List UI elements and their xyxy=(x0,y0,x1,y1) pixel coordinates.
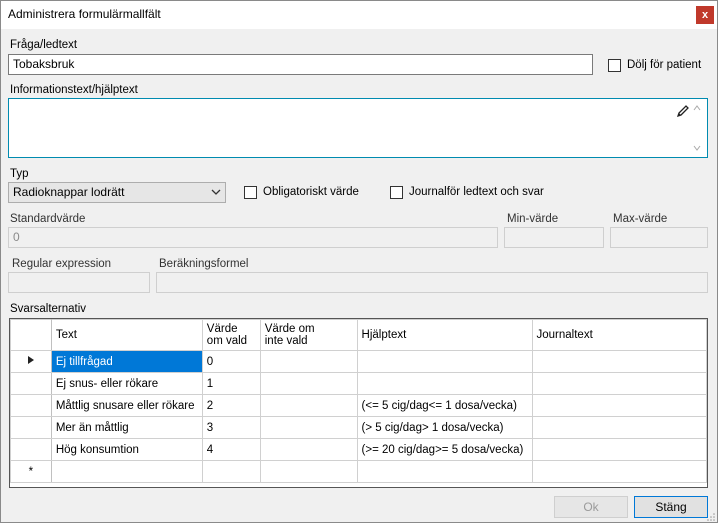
pencil-icon[interactable] xyxy=(676,104,690,118)
min-value-label: Min-värde xyxy=(507,213,559,225)
cell-value[interactable]: 2 xyxy=(201,394,261,417)
window-title: Administrera formulärmallfält xyxy=(8,7,161,21)
cell-help[interactable]: (> 5 cig/dag> 1 dosa/vecka) xyxy=(356,416,533,439)
dialog-window: Administrera formulärmallfält x Fråga/le… xyxy=(0,0,718,523)
cell-text[interactable]: Ej snus- eller rökare xyxy=(50,372,203,395)
cell-not-value[interactable] xyxy=(259,394,358,417)
resize-grip-icon[interactable] xyxy=(707,512,716,521)
col-header-text[interactable]: Text xyxy=(50,319,203,351)
cell-journal[interactable] xyxy=(531,394,707,417)
default-value-label: Standardvärde xyxy=(10,213,86,225)
cell-journal[interactable] xyxy=(531,372,707,395)
row-header[interactable] xyxy=(10,372,52,395)
cell-not-value[interactable] xyxy=(259,438,358,461)
hide-for-patient-label: Dölj för patient xyxy=(627,59,702,71)
answers-grid: Text Värde om vald Värde om inte vald Hjäl… xyxy=(9,318,708,488)
row-header[interactable] xyxy=(10,394,52,417)
col-header-help[interactable]: Hjälptext xyxy=(356,319,533,351)
ok-button[interactable]: Ok xyxy=(554,496,628,518)
cell-text[interactable] xyxy=(50,460,203,483)
col-header-not-value-line1: Värde om xyxy=(264,323,315,335)
cell-text[interactable]: Måttlig snusare eller rökare xyxy=(50,394,203,417)
cell-text[interactable]: Hög konsumtion xyxy=(50,438,203,461)
formula-input[interactable] xyxy=(156,272,708,293)
close-window-button[interactable]: x xyxy=(696,6,714,24)
scroll-down-icon[interactable] xyxy=(693,145,701,151)
cell-not-value[interactable] xyxy=(259,350,358,373)
cell-text[interactable]: Mer än måttlig xyxy=(50,416,203,439)
cell-not-value[interactable] xyxy=(259,460,358,483)
table-row[interactable]: Ej snus- eller rökare 1 xyxy=(10,372,707,395)
info-textarea[interactable] xyxy=(8,98,708,158)
default-value-input[interactable]: 0 xyxy=(8,227,498,248)
journal-text-checkbox[interactable] xyxy=(390,186,403,199)
cell-help[interactable]: (<= 5 cig/dag<= 1 dosa/vecka) xyxy=(356,394,533,417)
scroll-up-icon[interactable] xyxy=(693,105,701,111)
table-new-row[interactable]: * xyxy=(10,460,707,483)
col-header-not-value[interactable]: Värde om inte vald xyxy=(259,319,358,351)
table-row[interactable]: Mer än måttlig 3 (> 5 cig/dag> 1 dosa/ve… xyxy=(10,416,707,439)
regex-label: Regular expression xyxy=(12,258,112,270)
cell-not-value[interactable] xyxy=(259,416,358,439)
type-select[interactable]: Radioknappar lodrätt xyxy=(8,182,226,203)
cell-not-value[interactable] xyxy=(259,372,358,395)
min-value-input[interactable] xyxy=(504,227,604,248)
cell-help[interactable]: (>= 20 cig/dag>= 5 dosa/vecka) xyxy=(356,438,533,461)
cell-help[interactable] xyxy=(356,372,533,395)
chevron-down-icon xyxy=(211,189,221,195)
answers-table: Text Värde om vald Värde om inte vald Hjäl… xyxy=(10,319,707,483)
title-bar: Administrera formulärmallfält x xyxy=(1,1,717,29)
cell-journal[interactable] xyxy=(531,460,707,483)
journal-text-label: Journalför ledtext och svar xyxy=(409,186,544,198)
cell-value[interactable]: 4 xyxy=(201,438,261,461)
table-row[interactable]: Ej tillfrågad 0 xyxy=(10,350,707,373)
question-input[interactable]: Tobaksbruk xyxy=(8,54,593,75)
max-value-input[interactable] xyxy=(610,227,708,248)
close-button[interactable]: Stäng xyxy=(634,496,708,518)
cell-value[interactable]: 1 xyxy=(201,372,261,395)
table-row[interactable]: Måttlig snusare eller rökare 2 (<= 5 cig… xyxy=(10,394,707,417)
col-header-value[interactable]: Värde om vald xyxy=(201,319,261,351)
row-header[interactable] xyxy=(10,438,52,461)
cell-value[interactable]: 0 xyxy=(201,350,261,373)
cell-value[interactable] xyxy=(201,460,261,483)
col-header-journal[interactable]: Journaltext xyxy=(531,319,707,351)
max-value-label: Max-värde xyxy=(613,213,668,225)
cell-help[interactable] xyxy=(356,350,533,373)
col-header-value-line2: om vald xyxy=(206,335,248,347)
current-row-arrow-icon xyxy=(27,356,34,364)
regex-input[interactable] xyxy=(8,272,150,293)
row-header-current[interactable] xyxy=(10,350,52,373)
row-header[interactable] xyxy=(10,416,52,439)
table-row[interactable]: Hög konsumtion 4 (>= 20 cig/dag>= 5 dosa… xyxy=(10,438,707,461)
col-header-not-value-line2: inte vald xyxy=(264,335,308,347)
row-header-corner xyxy=(10,319,52,351)
cell-help[interactable] xyxy=(356,460,533,483)
cell-text[interactable]: Ej tillfrågad xyxy=(50,350,203,373)
cell-journal[interactable] xyxy=(531,416,707,439)
question-label: Fråga/ledtext xyxy=(10,39,78,51)
cell-value[interactable]: 3 xyxy=(201,416,261,439)
cell-journal[interactable] xyxy=(531,350,707,373)
type-selected-value: Radioknappar lodrätt xyxy=(13,185,125,199)
cell-journal[interactable] xyxy=(531,438,707,461)
mandatory-checkbox[interactable] xyxy=(244,186,257,199)
col-header-value-line1: Värde xyxy=(206,323,238,335)
info-label: Informationstext/hjälptext xyxy=(10,84,138,96)
hide-for-patient-checkbox[interactable] xyxy=(608,59,621,72)
table-header-row: Text Värde om vald Värde om inte vald Hjäl… xyxy=(10,319,707,351)
new-row-marker[interactable]: * xyxy=(10,460,52,483)
type-label: Typ xyxy=(10,168,29,180)
formula-label: Beräkningsformel xyxy=(159,258,249,270)
mandatory-label: Obligatoriskt värde xyxy=(263,186,359,198)
answers-label: Svarsalternativ xyxy=(10,303,87,315)
